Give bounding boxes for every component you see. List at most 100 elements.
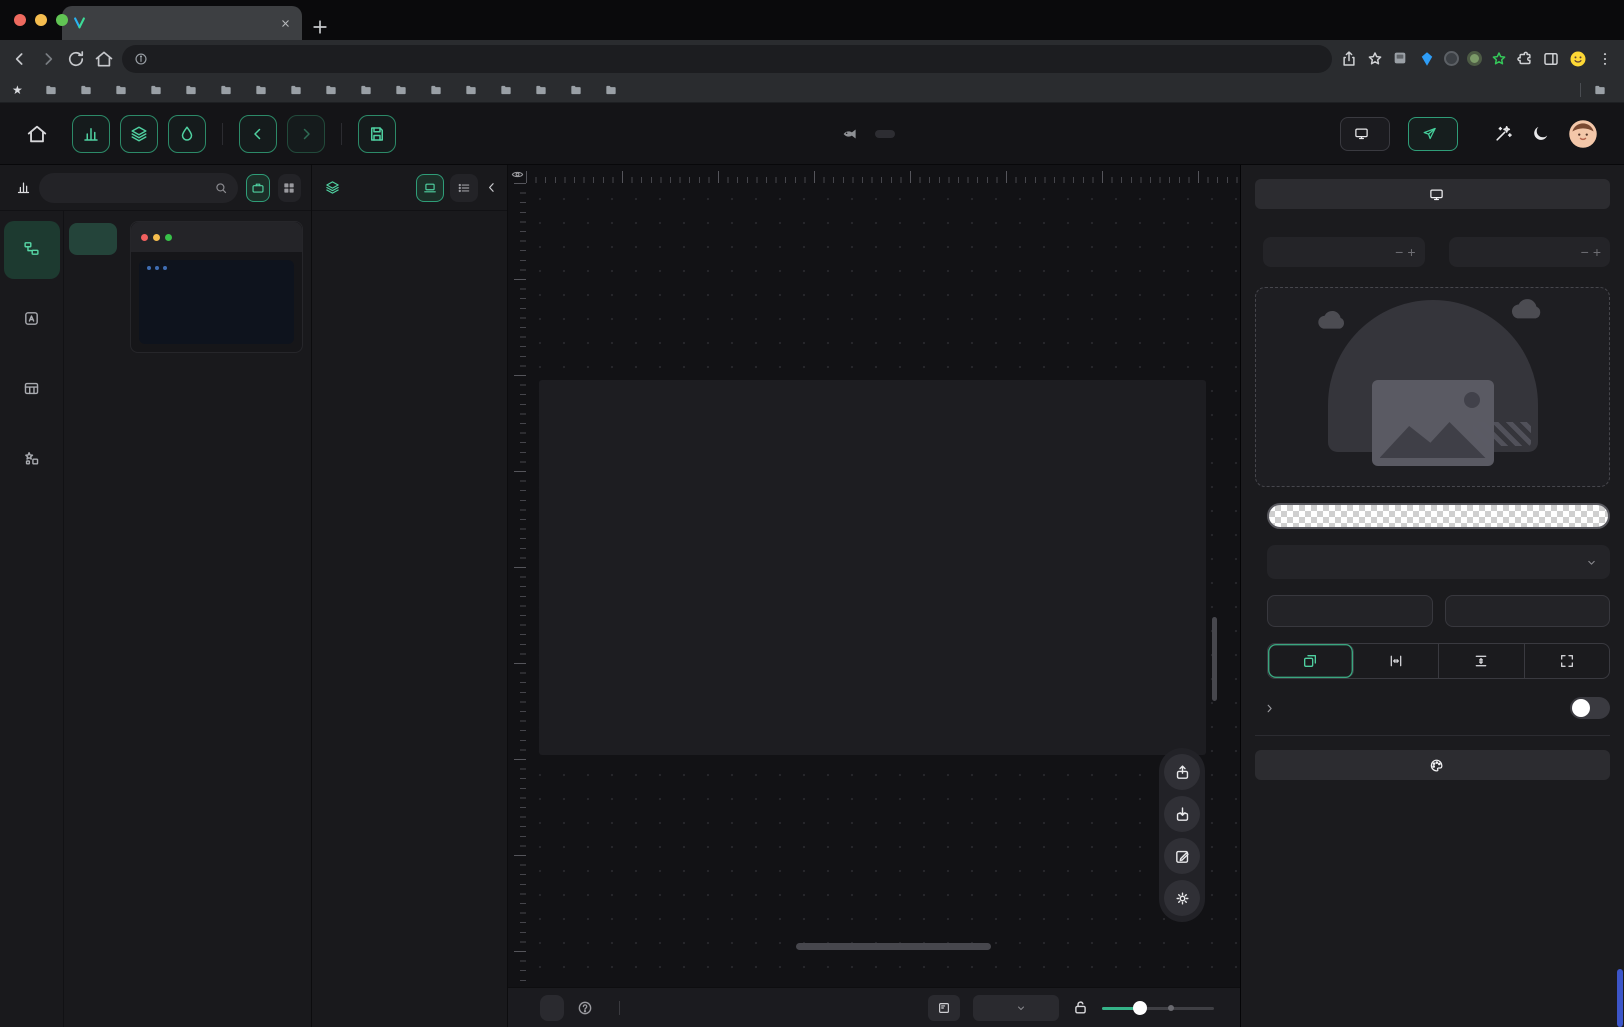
sidebar-item-0[interactable] [4,221,60,279]
star-extension-icon[interactable] [1490,50,1508,68]
browser-home-icon[interactable] [94,49,114,69]
clear-background-button[interactable] [1267,595,1433,627]
category-item[interactable] [69,343,117,375]
list-view-toggle[interactable] [450,174,478,202]
design-canvas[interactable] [508,165,1240,987]
sidebar-item-3[interactable] [4,431,60,489]
redo-button[interactable] [287,115,325,153]
bookmark-item[interactable] [464,83,483,97]
increment-icon[interactable]: + [1593,244,1601,260]
bookmark-item[interactable] [79,83,98,97]
fit-scale-button[interactable] [1268,644,1354,678]
zoom-select[interactable] [973,995,1059,1021]
home-icon[interactable] [26,123,48,145]
bookmark-item[interactable] [499,83,518,97]
forward-icon[interactable] [38,49,58,69]
edit-button[interactable] [1164,838,1200,874]
close-tab-icon[interactable] [279,17,292,30]
publish-button[interactable] [1408,117,1458,151]
bookmark-star-icon[interactable] [1366,50,1384,68]
fit-height-button[interactable] [1439,644,1525,678]
reload-icon[interactable] [66,49,86,69]
page-config-header[interactable] [1255,179,1610,209]
bookmark-item[interactable] [429,83,448,97]
other-bookmarks[interactable] [1593,83,1612,97]
fit-full-button[interactable] [1525,644,1610,678]
bookmark-item[interactable] [114,83,133,97]
menu-dots-icon[interactable] [1596,50,1614,68]
zoom-slider[interactable] [1102,1001,1214,1015]
panel-scrollbar[interactable] [1617,969,1623,1027]
layers-toggle-button[interactable] [120,115,158,153]
minimize-window-button[interactable] [35,14,47,26]
category-item[interactable] [69,383,117,415]
height-stepper[interactable]: − + [1449,237,1611,267]
dashboard-board[interactable] [539,380,1206,755]
help-icon[interactable] [577,1000,593,1016]
vertical-scrollbar[interactable] [1212,617,1217,701]
bookmark-item[interactable] [289,83,308,97]
extension-circle-icon[interactable] [1444,51,1459,66]
ruler-corner[interactable] [508,165,526,183]
search-component-input-wrap[interactable] [39,173,238,203]
app-type-select[interactable] [1267,545,1610,579]
share-icon[interactable] [1340,50,1358,68]
new-tab-button[interactable] [310,17,330,37]
profile-emoji-icon[interactable] [1568,49,1588,69]
back-icon[interactable] [10,49,30,69]
project-name-pill[interactable] [875,130,895,138]
side-panel-icon[interactable] [1542,50,1560,68]
browser-tab[interactable] [62,6,302,40]
decrement-icon[interactable]: − [1581,244,1589,260]
sidebar-item-2[interactable] [4,361,60,419]
bookmark-item[interactable] [394,83,413,97]
lock-icon[interactable] [1072,999,1089,1016]
bookmark-item[interactable] [534,83,553,97]
maximize-window-button[interactable] [56,14,68,26]
component-card-bar[interactable] [130,221,303,353]
history-button[interactable] [540,995,564,1021]
gem-extension-icon[interactable] [1418,50,1436,68]
address-bar[interactable] [122,45,1332,73]
filter-toggle[interactable] [1570,697,1610,719]
bookmark-item[interactable] [219,83,238,97]
background-color-swatch[interactable] [1267,503,1610,529]
details-toggle-button[interactable] [168,115,206,153]
user-avatar[interactable] [1568,119,1598,149]
sidebar-item-1[interactable] [4,291,60,349]
bookmarks-root[interactable]: ★ [12,83,28,97]
export-button[interactable] [1164,754,1200,790]
single-view-toggle[interactable] [246,174,270,202]
import-button[interactable] [1164,796,1200,832]
increment-icon[interactable]: + [1407,244,1415,260]
bookmark-item[interactable] [184,83,203,97]
background-upload-dropzone[interactable] [1255,287,1610,487]
thumbnail-view-toggle[interactable] [416,174,444,202]
layout-toggle-button[interactable] [928,995,960,1021]
bookmark-item[interactable] [44,83,63,97]
category-item[interactable] [69,303,117,335]
category-item[interactable] [69,223,117,255]
bookmark-item[interactable] [359,83,378,97]
horizontal-scrollbar[interactable] [796,943,991,950]
settings-button[interactable] [1164,880,1200,916]
theme-color-header[interactable] [1255,750,1610,780]
bookmark-item[interactable] [324,83,343,97]
window-controls[interactable] [14,14,68,26]
components-toggle-button[interactable] [72,115,110,153]
width-stepper[interactable]: − + [1263,237,1425,267]
decrement-icon[interactable]: − [1395,244,1403,260]
slider-knob[interactable] [1133,1001,1147,1015]
bookmark-item[interactable] [604,83,623,97]
bookmark-item[interactable] [254,83,273,97]
extensions-puzzle-icon[interactable] [1516,50,1534,68]
search-input[interactable] [49,181,210,195]
dark-mode-moon-icon[interactable] [1531,124,1550,143]
collapse-panel-chevron[interactable] [484,180,499,195]
magic-wand-icon[interactable] [1494,124,1513,143]
bookmark-item[interactable] [149,83,168,97]
category-item[interactable] [69,263,117,295]
close-window-button[interactable] [14,14,26,26]
info-icon[interactable] [134,52,148,66]
extension-circle-icon-2[interactable] [1467,51,1482,66]
